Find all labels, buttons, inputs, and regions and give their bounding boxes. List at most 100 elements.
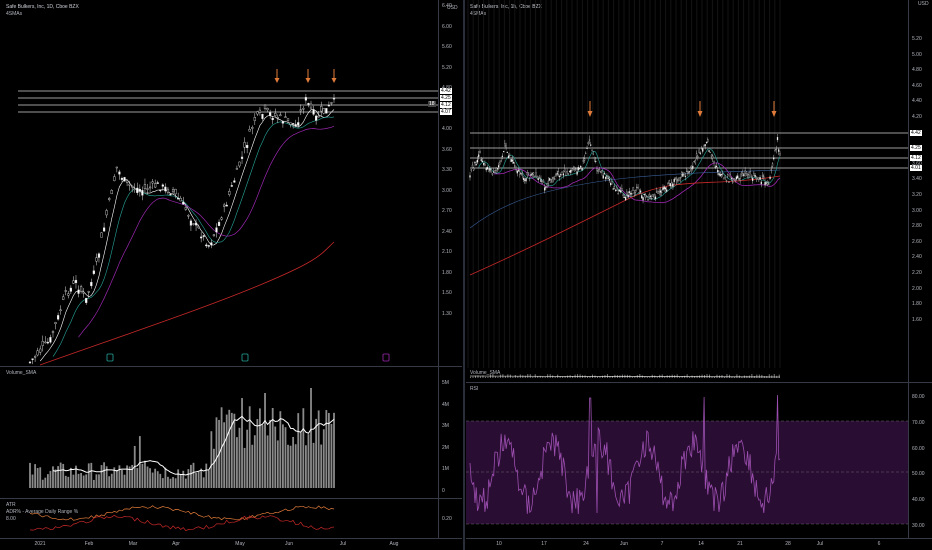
right-candle xyxy=(714,166,716,168)
left-candle xyxy=(304,97,307,101)
left-price-tick: 2.40 xyxy=(442,228,452,235)
left-candle xyxy=(164,186,167,192)
right-candle xyxy=(764,182,766,186)
rsi-band-fill xyxy=(466,421,908,524)
left-volume-bar xyxy=(251,444,254,488)
right-candle xyxy=(495,167,497,171)
right-candle xyxy=(588,139,591,141)
right-candle xyxy=(562,173,565,176)
right-candle xyxy=(571,168,573,171)
right-price-tick: 3.40 xyxy=(912,176,922,183)
left-candle xyxy=(258,109,262,113)
right-candle xyxy=(709,151,711,154)
chart-divider[interactable] xyxy=(463,0,465,550)
right-candle xyxy=(705,142,708,144)
left-volume-bar xyxy=(52,466,54,488)
right-candle xyxy=(755,177,757,179)
left-volume-tick: 5M xyxy=(442,380,449,386)
right-time-tick: 14 xyxy=(698,541,704,547)
right-volume-bar xyxy=(564,376,566,378)
right-candle xyxy=(692,165,694,169)
right-volume-bar xyxy=(594,375,596,378)
right-candle xyxy=(728,181,730,183)
right-candle xyxy=(493,171,495,173)
right-currency-label: USD xyxy=(918,1,929,7)
right-arrow-icon xyxy=(771,111,777,117)
left-price-tick: 1.50 xyxy=(442,290,452,296)
left-volume-bar xyxy=(39,467,42,488)
right-candle xyxy=(676,178,678,182)
right-candle xyxy=(470,169,472,171)
right-candle xyxy=(554,178,556,180)
left-volume-bar xyxy=(31,474,34,488)
right-chart-panel[interactable]: Safe Bulkers, Inc, 1h, Cboe BZX 4SMAs US… xyxy=(466,0,932,550)
right-time-tick: 7 xyxy=(660,541,664,547)
right-price-tick: 2.40 xyxy=(912,254,922,261)
left-sma-200 xyxy=(39,241,335,366)
left-volume-bar xyxy=(276,440,279,488)
left-candle xyxy=(238,161,241,167)
left-candle xyxy=(210,242,213,246)
left-candle xyxy=(59,309,62,312)
right-candle xyxy=(512,161,515,164)
left-chart-panel[interactable]: Safe Bulkers, Inc, 1D, Cboe BZX 4SMAs US… xyxy=(0,0,464,550)
left-volume-bar xyxy=(315,418,318,488)
right-time-tick: 28 xyxy=(785,541,791,547)
left-time-tick: Mar xyxy=(128,541,138,547)
right-price-chart[interactable] xyxy=(466,0,908,368)
right-candle xyxy=(471,164,474,168)
right-volume-chart[interactable] xyxy=(466,370,908,382)
left-candle xyxy=(110,189,113,195)
left-volume-bar xyxy=(151,472,154,488)
left-candle xyxy=(46,341,49,344)
left-volume-bar xyxy=(243,447,246,488)
left-volume-bar xyxy=(202,477,205,488)
right-candle xyxy=(648,194,650,197)
right-candle xyxy=(763,176,765,178)
right-candle xyxy=(715,165,718,167)
right-candle xyxy=(527,172,530,174)
left-price-tick: 1.30 xyxy=(442,310,452,317)
left-volume-bar xyxy=(177,469,180,488)
right-volume-bar xyxy=(470,376,471,378)
right-candle xyxy=(778,149,780,152)
right-volume-bar xyxy=(494,376,496,378)
left-volume-chart[interactable] xyxy=(0,367,440,497)
earnings-event-icon xyxy=(106,353,114,362)
left-price-tick: 5.60 xyxy=(442,44,452,50)
right-candle xyxy=(616,187,618,191)
left-price-tick: 2.70 xyxy=(442,208,452,214)
right-candle xyxy=(514,165,516,167)
right-volume-bar xyxy=(726,374,728,378)
left-volume-bar xyxy=(85,474,88,488)
left-candle xyxy=(141,190,144,196)
left-candle xyxy=(225,204,228,207)
left-candle xyxy=(299,109,302,112)
left-candle xyxy=(44,341,47,344)
left-atr-chart[interactable] xyxy=(0,499,440,537)
left-price-tick: 4.00 xyxy=(442,126,452,132)
left-candle xyxy=(138,188,141,192)
right-candle xyxy=(639,190,642,193)
left-volume-bar xyxy=(59,462,62,488)
right-volume-bar xyxy=(552,375,554,378)
right-rsi-chart[interactable] xyxy=(466,383,908,537)
left-candle xyxy=(77,289,80,294)
right-candle xyxy=(667,182,669,184)
left-volume-bar xyxy=(164,467,167,488)
right-time-tick: Jul xyxy=(816,541,824,547)
left-candle xyxy=(51,330,55,334)
right-candle xyxy=(623,196,626,198)
right-candle xyxy=(626,191,628,195)
right-volume-bar xyxy=(504,376,506,378)
left-volume-bar xyxy=(333,412,335,488)
right-candle xyxy=(766,182,769,185)
left-volume-bar xyxy=(213,448,215,488)
right-price-tick: 2.80 xyxy=(912,223,922,230)
right-candle xyxy=(657,192,659,194)
left-candle xyxy=(79,286,83,292)
left-candle xyxy=(315,115,318,121)
right-volume-bar xyxy=(751,374,753,378)
left-volume-bar xyxy=(287,444,289,488)
left-price-chart[interactable] xyxy=(0,0,440,366)
